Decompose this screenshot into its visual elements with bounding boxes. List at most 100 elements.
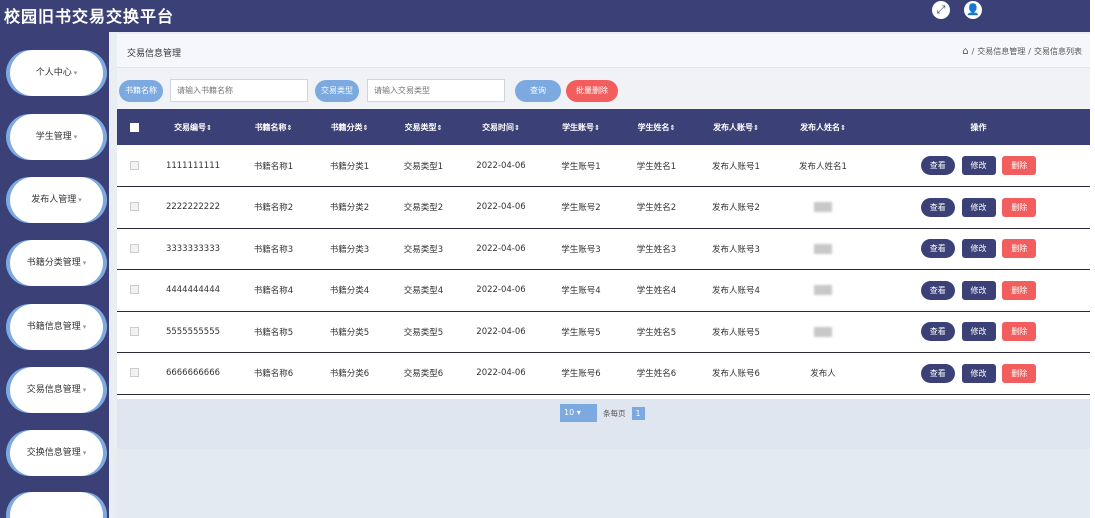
sidebar-item-more[interactable]	[6, 492, 107, 518]
page-size-select[interactable]: 10 ▾	[560, 404, 597, 422]
book-name-cell: 书籍名称1	[253, 161, 294, 172]
chevron-down-icon: ▾	[78, 196, 82, 204]
trade-id-cell: 1111111111	[165, 160, 221, 171]
trade-time-cell: 2022-04-06	[476, 368, 526, 379]
delete-button[interactable]: 删除	[1002, 363, 1037, 383]
sidebar-item-book-category-management[interactable]: 书籍分类管理 ▾	[6, 240, 107, 286]
delete-button[interactable]: 删除	[1002, 197, 1037, 217]
trade-type-cell: 交易类型5	[403, 327, 444, 338]
chevron-down-icon: ▾	[82, 259, 87, 267]
batch-delete-button[interactable]: 批量删除	[566, 80, 618, 102]
redacted-block	[814, 285, 832, 295]
chevron-down-icon: ▾	[82, 386, 87, 394]
book-name-label: 书籍名称	[119, 80, 163, 102]
book-name-cell: 书籍名称4	[253, 286, 294, 297]
actions-cell: 查看 修改 删除	[867, 228, 1090, 270]
column-header[interactable]: 交易时间⇕	[460, 109, 542, 145]
table-row: 5555555555 书籍名称5 书籍分类5 交易类型5 2022-04-06 …	[117, 311, 1090, 353]
trade-type-input[interactable]	[367, 79, 505, 102]
sidebar-item-label: 交易信息管理	[26, 385, 81, 395]
row-checkbox[interactable]	[129, 326, 139, 336]
column-header[interactable]: 发布人姓名⇕	[779, 109, 867, 145]
column-header[interactable]: 交易编号⇕	[151, 109, 235, 145]
user-icon[interactable]: 👤	[964, 1, 982, 19]
decorative-background-bottom	[117, 449, 1090, 518]
publisher-name-cell	[779, 270, 867, 312]
row-checkbox[interactable]	[129, 368, 139, 378]
book-name-cell: 书籍名称6	[253, 369, 294, 380]
per-page-label: 条每页	[603, 408, 626, 418]
edit-button[interactable]: 修改	[961, 363, 996, 383]
column-header[interactable]: 学生姓名⇕	[620, 109, 693, 145]
view-button[interactable]: 查看	[920, 239, 955, 259]
delete-button[interactable]: 删除	[1002, 280, 1037, 300]
sort-icon: ⇕	[514, 123, 520, 132]
sidebar-item-label: 书籍信息管理	[26, 322, 81, 332]
student-name-cell: 学生姓名6	[636, 369, 677, 380]
view-button[interactable]: 查看	[920, 280, 955, 300]
sidebar-item-exchange-info-management[interactable]: 交换信息管理 ▾	[6, 430, 107, 476]
delete-button[interactable]: 删除	[1002, 239, 1037, 259]
sidebar-item-label: 个人中心	[35, 68, 72, 78]
sort-icon: ⇕	[286, 123, 293, 132]
search-button[interactable]: 查询	[515, 80, 561, 102]
row-checkbox[interactable]	[129, 202, 139, 212]
student-account-cell: 学生账号3	[561, 244, 601, 255]
column-header[interactable]: 学生账号⇕	[542, 109, 620, 145]
book-category-cell: 书籍分类4	[329, 286, 370, 297]
home-icon[interactable]: ⌂	[962, 46, 968, 57]
table-row: 2222222222 书籍名称2 书籍分类2 交易类型2 2022-04-06 …	[117, 186, 1090, 228]
edit-button[interactable]: 修改	[961, 280, 996, 300]
edit-button[interactable]: 修改	[961, 197, 996, 217]
column-header: 操作	[970, 122, 987, 132]
row-checkbox[interactable]	[129, 243, 139, 253]
sidebar-item-book-info-management[interactable]: 书籍信息管理 ▾	[6, 304, 107, 350]
table-row: 4444444444 书籍名称4 书籍分类4 交易类型4 2022-04-06 …	[117, 269, 1090, 312]
chevron-down-icon: ▾	[73, 133, 78, 141]
edit-button[interactable]: 修改	[961, 239, 996, 259]
trade-id-cell: 2222222222	[165, 202, 221, 213]
view-button[interactable]: 查看	[920, 156, 955, 175]
sidebar-item-label: 交换信息管理	[26, 448, 81, 458]
publisher-name-cell: 发布人	[810, 369, 836, 380]
table-row: 3333333333 书籍名称3 书籍分类3 交易类型3 2022-04-06 …	[117, 228, 1090, 270]
column-header[interactable]: 交易类型⇕	[387, 109, 460, 145]
edit-button[interactable]: 修改	[961, 156, 996, 175]
column-header[interactable]: 发布人账号⇕	[693, 109, 779, 145]
student-account-cell: 学生账号1	[561, 161, 601, 172]
chevron-down-icon: ▾	[576, 408, 581, 417]
view-button[interactable]: 查看	[920, 363, 955, 383]
book-category-cell: 书籍分类2	[329, 203, 370, 214]
sidebar-item-student-management[interactable]: 学生管理 ▾	[6, 114, 107, 160]
redacted-block	[814, 202, 832, 212]
trade-type-cell: 交易类型2	[403, 203, 444, 214]
student-account-cell: 学生账号6	[561, 369, 601, 380]
sidebar-item-trade-info-management[interactable]: 交易信息管理 ▾	[6, 367, 107, 413]
book-category-cell: 书籍分类5	[329, 327, 370, 338]
book-category-cell: 书籍分类3	[329, 244, 370, 255]
table-row: 1111111111 书籍名称1 书籍分类1 交易类型1 2022-04-06 …	[117, 145, 1090, 187]
column-header[interactable]: 书籍名称⇕	[235, 109, 312, 145]
delete-button[interactable]: 删除	[1002, 322, 1037, 342]
sidebar-item-publisher-management[interactable]: 发布人管理 ▾	[6, 177, 107, 223]
actions-cell: 查看 修改 删除	[867, 270, 1090, 312]
edit-button[interactable]: 修改	[961, 322, 996, 342]
row-checkbox[interactable]	[129, 160, 139, 170]
view-button[interactable]: 查看	[920, 322, 955, 342]
sort-icon: ⇕	[840, 123, 846, 132]
delete-button[interactable]: 删除	[1002, 156, 1037, 175]
page-number-current[interactable]: 1	[631, 406, 645, 420]
breadcrumb-separator: /	[971, 47, 975, 56]
trade-type-cell: 交易类型3	[403, 244, 444, 255]
sidebar-item-personal-center[interactable]: 个人中心 ▾	[6, 50, 107, 96]
student-name-cell: 学生姓名5	[636, 327, 677, 338]
column-header[interactable]: 书籍分类⇕	[312, 109, 387, 145]
select-all-checkbox[interactable]	[129, 122, 139, 132]
row-checkbox[interactable]	[129, 285, 139, 295]
chevron-down-icon: ▾	[82, 323, 87, 331]
view-button[interactable]: 查看	[920, 197, 955, 217]
book-name-input[interactable]	[170, 79, 308, 102]
app-title: 校园旧书交易交换平台	[4, 7, 175, 26]
fullscreen-icon[interactable]: ⤢	[932, 1, 950, 19]
breadcrumb-item[interactable]: 交易信息管理	[977, 46, 1025, 57]
